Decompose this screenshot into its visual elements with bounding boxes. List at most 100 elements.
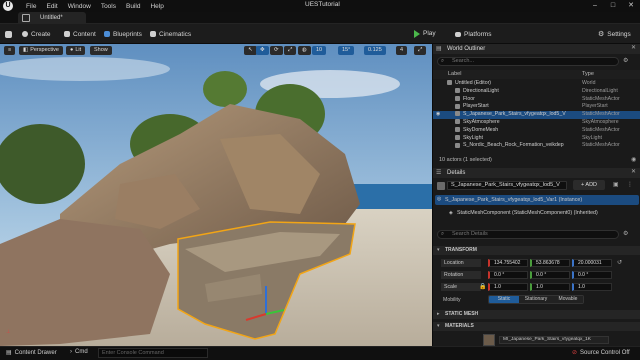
add-component-button[interactable]: + ADD (573, 180, 605, 190)
source-control-button[interactable]: ⊘ Source Control Off (572, 349, 630, 357)
location-y-field[interactable]: 53.863678 (530, 259, 570, 267)
instance-row[interactable]: S_Japanese_Park_Stairs_vfygeatqx_lod5_Va… (435, 195, 639, 205)
row-label: S_Nordic_Beach_Rock_Formation_veikdep (463, 142, 564, 149)
camera-speed-button[interactable]: 4 (396, 46, 408, 55)
row-label: DirectionalLight (463, 87, 499, 94)
outliner-row[interactable]: Floor StaticMeshActor (433, 96, 640, 104)
rotation-dropdown[interactable]: Rotation (441, 271, 481, 279)
level-viewport[interactable]: ⊥ (0, 44, 432, 346)
scale-x-field[interactable]: 1.0 (488, 283, 528, 291)
viewport-options-button[interactable]: ≡ (4, 46, 16, 55)
content-button[interactable]: Content (64, 27, 96, 41)
platforms-icon (455, 31, 461, 37)
scale-y-field[interactable]: 1.0 (530, 283, 570, 291)
view-options-icon[interactable]: ◉ (631, 156, 636, 163)
location-dropdown[interactable]: Location (441, 259, 481, 267)
outliner-row[interactable]: PlayerStart PlayerStart (433, 103, 640, 111)
lit-label: Lit (75, 47, 82, 53)
cinematics-label: Cinematics (159, 30, 192, 38)
menu-edit[interactable]: Edit (46, 3, 57, 10)
content-drawer-button[interactable]: ▤ Content Drawer (6, 349, 57, 357)
rotation-z-field[interactable]: 0.0 ° (572, 271, 612, 279)
rotation-y-field[interactable]: 0.0 ° (530, 271, 570, 279)
blueprint-icon[interactable]: ▣ (613, 181, 619, 188)
maximize-icon[interactable]: □ (604, 0, 622, 12)
transform-section-header[interactable]: TRANSFORM (433, 246, 640, 255)
details-close-icon[interactable]: ✕ (631, 168, 636, 175)
row-type: StaticMeshActor (582, 111, 620, 118)
play-button[interactable]: Play (414, 27, 446, 40)
cinematics-button[interactable]: Cinematics (150, 27, 191, 41)
rotation-snap-button[interactable]: 15° (338, 46, 355, 55)
mobility-static-button[interactable]: Static (489, 296, 519, 303)
create-icon (22, 31, 28, 37)
outliner-row[interactable]: Untitled (Editor) World (433, 80, 640, 88)
save-button[interactable] (5, 27, 12, 41)
create-button[interactable]: Create (22, 27, 51, 41)
location-x-field[interactable]: 134.755402 (488, 259, 528, 267)
move-mode-icon[interactable]: ✥ (256, 46, 269, 55)
rotate-mode-icon[interactable]: ⟳ (270, 46, 283, 55)
mobility-movable-label: Movable (558, 296, 578, 302)
outliner-row-selected[interactable]: ◉ S_Japanese_Park_Stairs_vfygeatqx_lod5_… (433, 111, 640, 119)
actor-name-field[interactable]: S_Japanese_Park_Stairs_vfygeatqx_lod5_V (447, 181, 567, 190)
mobility-stationary-button[interactable]: Stationary (519, 296, 553, 303)
world-space-icon[interactable]: ◍ (298, 46, 311, 55)
location-z-value: 20.000031 (578, 260, 602, 266)
cmd-button[interactable]: › Cmd (70, 349, 88, 355)
scale-dropdown[interactable]: Scale (441, 283, 481, 291)
menu-tools[interactable]: Tools (101, 3, 116, 10)
grid-snap-button[interactable]: 10 (312, 46, 327, 55)
scale-z-field[interactable]: 1.0 (572, 283, 612, 291)
material-thumbnail[interactable] (483, 334, 495, 346)
show-label: Show (94, 47, 108, 53)
select-mode-icon[interactable]: ↖ (244, 46, 257, 55)
static-mesh-section-header[interactable]: STATIC MESH (433, 310, 640, 319)
column-type[interactable]: Type (582, 70, 594, 79)
perspective-button[interactable]: ◧ Perspective (19, 46, 63, 55)
lit-button[interactable]: ● Lit (66, 46, 86, 55)
column-label[interactable]: Label (448, 70, 461, 79)
world-icon (447, 80, 452, 86)
show-button[interactable]: Show (90, 46, 112, 55)
details-settings-icon[interactable]: ⋮ (627, 181, 633, 188)
rotation-x-value: 0.0 ° (494, 272, 505, 278)
close-icon[interactable]: ✕ (622, 0, 640, 12)
maximize-viewport-icon[interactable]: ⤢ (414, 46, 427, 55)
location-label: Location (444, 260, 464, 266)
rotation-x-field[interactable]: 0.0 ° (488, 271, 528, 279)
main-menu: File Edit Window Tools Build Help (26, 0, 164, 12)
outliner-row[interactable]: DirectionalLight DirectionalLight (433, 88, 640, 96)
mobility-toggle: Static Stationary Movable (488, 295, 584, 304)
details-search-input[interactable]: Search Details (437, 230, 619, 239)
menu-file[interactable]: File (26, 3, 36, 10)
outliner-close-icon[interactable]: ✕ (631, 44, 636, 51)
outliner-row[interactable]: S_Nordic_Beach_Rock_Formation_veikdep St… (433, 142, 640, 148)
scale-mode-icon[interactable]: ⤢ (284, 46, 297, 55)
menu-window[interactable]: Window (68, 3, 91, 10)
property-matrix-icon[interactable]: ⚙ (623, 230, 628, 237)
menu-help[interactable]: Help (150, 3, 163, 10)
outliner-row[interactable]: SkyDomeMesh StaticMeshActor (433, 127, 640, 135)
outliner-search-input[interactable]: Search... (437, 57, 619, 66)
console-command-input[interactable]: Enter Console Command (98, 348, 208, 358)
component-row[interactable]: StaticMeshComponent (StaticMeshComponent… (447, 208, 637, 218)
platforms-button[interactable]: Platforms (455, 27, 491, 41)
menu-build[interactable]: Build (126, 3, 140, 10)
scale-snap-button[interactable]: 0.125 (364, 46, 386, 55)
reset-location-icon[interactable]: ↺ (617, 259, 622, 266)
lock-scale-icon[interactable]: 🔒 (479, 283, 486, 290)
outliner-row[interactable]: SkyAtmosphere SkyAtmosphere (433, 119, 640, 127)
outliner-settings-icon[interactable]: ⚙ (623, 57, 628, 64)
materials-section-header[interactable]: MATERIALS (433, 322, 640, 331)
outliner-row[interactable]: SkyLight SkyLight (433, 135, 640, 143)
mobility-movable-button[interactable]: Movable (553, 296, 583, 303)
visibility-eye-icon[interactable]: ◉ (436, 111, 440, 119)
minimize-icon[interactable]: – (586, 0, 604, 12)
location-z-field[interactable]: 20.000031 (572, 259, 612, 267)
settings-button[interactable]: ⚙ Settings (598, 27, 631, 41)
scale-x-value: 1.0 (494, 284, 501, 290)
instance-icon: ◎ (437, 196, 442, 202)
blueprints-button[interactable]: Blueprints (104, 27, 142, 41)
material-dropdown[interactable]: MI_Japanese_Park_Stairs_vfygeatqx_1K (499, 336, 609, 344)
